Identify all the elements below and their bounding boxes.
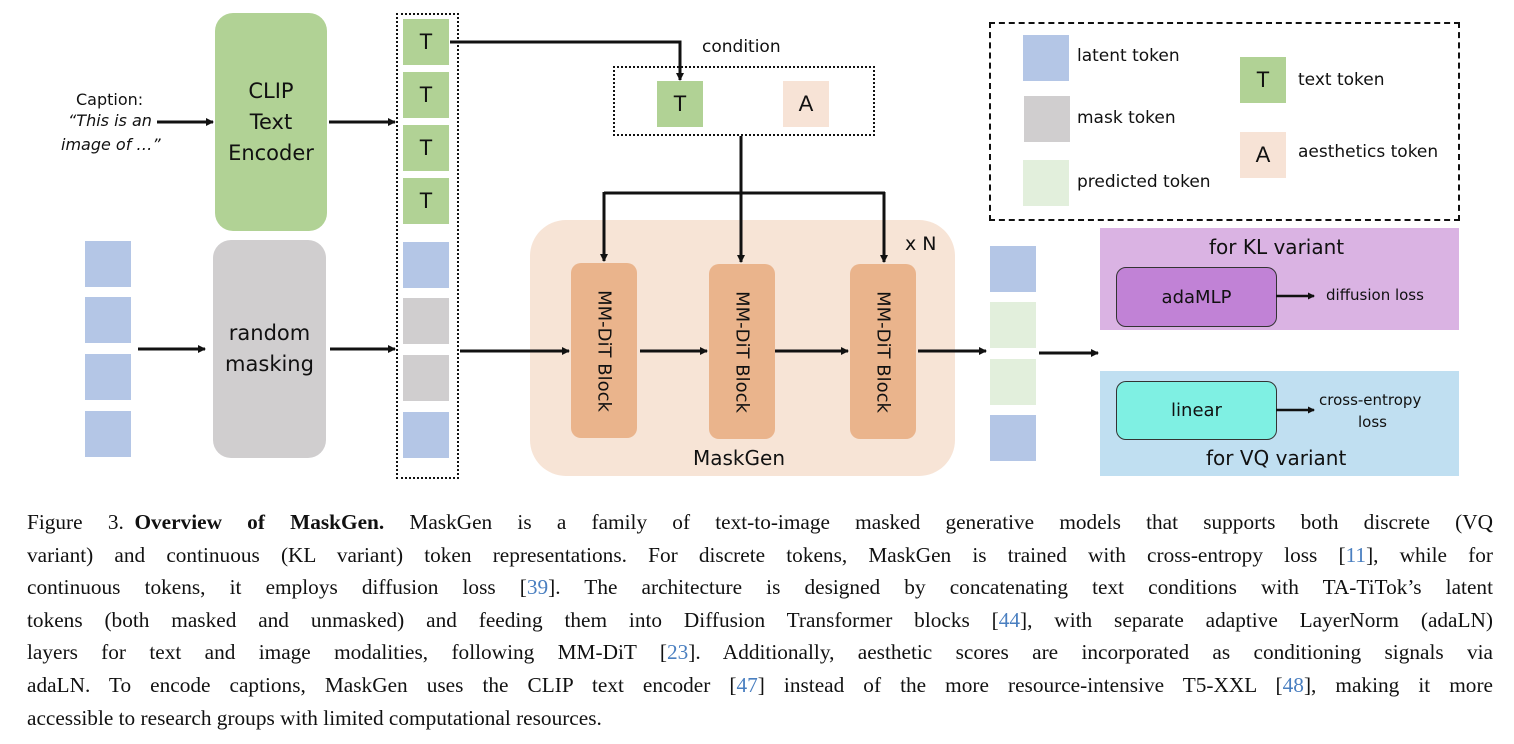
- caption-input-text-2: image of …”: [61, 135, 161, 154]
- maskgen-label: MaskGen: [693, 446, 785, 470]
- caption-line: layers for text and image modalities, fo…: [27, 636, 1493, 669]
- caption-text: ], while for: [1366, 542, 1493, 567]
- legend-predicted-label: predicted token: [1077, 172, 1211, 192]
- legend-text-label: text token: [1298, 70, 1385, 90]
- diffusion-loss-label: diffusion loss: [1326, 286, 1424, 304]
- output-latent-token: [990, 246, 1036, 292]
- legend-mask-label: mask token: [1077, 108, 1176, 128]
- random-masking-box: random masking: [213, 240, 326, 458]
- citation-link[interactable]: 39: [527, 575, 548, 599]
- condition-text-token: T: [657, 81, 703, 127]
- caption-text: ]. The architecture is designed by conca…: [548, 575, 1493, 600]
- input-latent-token: [85, 354, 131, 400]
- condition-label: condition: [702, 37, 781, 57]
- caption-line: tokens (both masked and unmasked) and fe…: [27, 604, 1493, 637]
- legend-aesthetics-label: aesthetics token: [1298, 142, 1439, 162]
- caption-input-label: Caption:: [76, 90, 144, 109]
- caption-text: variant) and continuous (KL variant) tok…: [27, 542, 1346, 567]
- citation-link[interactable]: 47: [736, 673, 757, 697]
- random-masking-label-2: masking: [225, 352, 314, 376]
- caption-text: layers for text and image modalities, fo…: [27, 640, 667, 665]
- random-masking-label-1: random: [228, 321, 311, 345]
- cross-entropy-label-2: loss: [1358, 413, 1387, 431]
- caption-line: adaLN. To encode captions, MaskGen uses …: [27, 669, 1493, 702]
- caption-line: continuous tokens, it employs diffusion …: [27, 571, 1493, 604]
- mask-token: [403, 355, 449, 401]
- condition-aesthetics-token: A: [783, 81, 829, 127]
- input-latent-token: [85, 241, 131, 287]
- caption-text: continuous tokens, it employs diffusion …: [27, 575, 527, 600]
- caption-text: tokens (both masked and unmasked) and fe…: [27, 607, 999, 632]
- input-latent-token: [85, 297, 131, 343]
- caption-text: adaLN. To encode captions, MaskGen uses …: [27, 672, 737, 697]
- mask-token: [403, 298, 449, 344]
- cross-entropy-label: cross-entropy: [1319, 391, 1422, 409]
- clip-label-2: Text: [249, 109, 293, 134]
- legend-latent-swatch: [1023, 35, 1069, 81]
- legend-mask-swatch: [1024, 96, 1070, 142]
- mm-dit-block: MM-DiT Block: [850, 264, 916, 439]
- condition-box: [613, 66, 875, 136]
- repeat-label: x N: [905, 233, 937, 255]
- figure-label: Figure 3.: [27, 510, 135, 534]
- legend-aesthetics-swatch: A: [1240, 132, 1286, 178]
- figure-caption: Figure 3. Overview of MaskGen. MaskGen i…: [27, 506, 1493, 734]
- text-token: T: [403, 178, 449, 224]
- legend-predicted-swatch: [1023, 160, 1069, 206]
- citation-link[interactable]: 23: [667, 640, 688, 664]
- adamlp-label: adaMLP: [1161, 286, 1232, 308]
- text-token: T: [403, 125, 449, 171]
- kl-variant-title: for KL variant: [1209, 235, 1345, 259]
- clip-label-3: Encoder: [228, 140, 314, 165]
- latent-token: [403, 412, 449, 458]
- caption-line: accessible to research groups with limit…: [27, 702, 1493, 735]
- legend-text-swatch: T: [1240, 57, 1286, 103]
- caption-text: ], with separate adaptive LayerNorm (ada…: [1020, 607, 1493, 632]
- mm-dit-block: MM-DiT Block: [571, 263, 637, 438]
- clip-label-1: CLIP: [248, 78, 294, 103]
- caption-text: MaskGen is a family of text-to-image mas…: [384, 510, 1493, 534]
- text-token: T: [403, 72, 449, 118]
- linear-box: linear: [1116, 381, 1277, 440]
- citation-link[interactable]: 44: [999, 608, 1020, 632]
- clip-text-encoder: CLIP Text Encoder: [215, 13, 327, 231]
- output-predicted-token: [990, 359, 1036, 405]
- caption-text: ]. Additionally, aesthetic scores are in…: [688, 640, 1494, 665]
- mm-dit-block: MM-DiT Block: [709, 264, 775, 439]
- output-predicted-token: [990, 302, 1036, 348]
- mm-dit-block-label: MM-DiT Block: [593, 289, 615, 412]
- caption-text: ] instead of the more resource-intensive…: [757, 672, 1283, 697]
- adamlp-box: adaMLP: [1116, 267, 1277, 327]
- input-latent-token: [85, 411, 131, 457]
- caption-text: ], making it more: [1303, 672, 1493, 697]
- caption-input-text-1: “This is an: [68, 111, 152, 130]
- figure-title: Overview of MaskGen.: [134, 510, 385, 534]
- caption-line: variant) and continuous (KL variant) tok…: [27, 539, 1493, 572]
- linear-label: linear: [1171, 400, 1222, 421]
- caption-line: Figure 3. Overview of MaskGen. MaskGen i…: [27, 506, 1493, 539]
- caption-text: accessible to research groups with limit…: [27, 705, 602, 730]
- citation-link[interactable]: 11: [1346, 543, 1367, 567]
- citation-link[interactable]: 48: [1283, 673, 1304, 697]
- vq-variant-title: for VQ variant: [1206, 446, 1347, 470]
- latent-token: [403, 242, 449, 288]
- output-latent-token: [990, 415, 1036, 461]
- mm-dit-block-label: MM-DiT Block: [731, 290, 753, 413]
- mm-dit-block-label: MM-DiT Block: [872, 290, 894, 413]
- legend-latent-label: latent token: [1077, 46, 1180, 66]
- text-token: T: [403, 19, 449, 65]
